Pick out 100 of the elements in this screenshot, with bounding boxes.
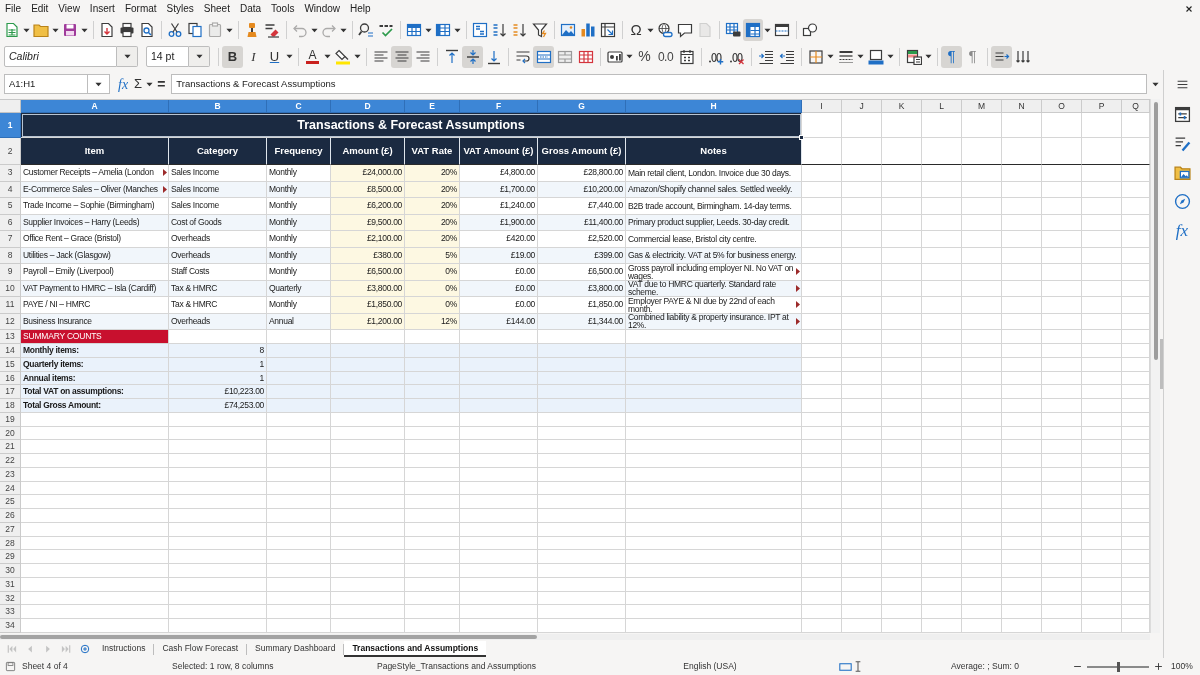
italic-button[interactable]: I	[243, 45, 264, 68]
caret-icon[interactable]	[887, 54, 894, 59]
caret-icon[interactable]	[81, 27, 88, 33]
special-character-button[interactable]: Ω	[626, 19, 646, 41]
menu-item[interactable]: View	[53, 0, 85, 17]
caret-icon[interactable]	[23, 27, 30, 33]
formula-button[interactable]: =	[154, 74, 169, 94]
row-header[interactable]: 22	[0, 454, 21, 468]
column-header[interactable]: B	[169, 100, 267, 113]
caret-icon[interactable]	[626, 54, 633, 59]
freeze-button[interactable]	[743, 19, 763, 41]
column-header[interactable]: H	[626, 100, 802, 113]
underline-button[interactable]: U	[264, 45, 285, 68]
zoom-in-button[interactable]	[1154, 662, 1163, 671]
font-color-button[interactable]: A	[302, 45, 323, 68]
menu-item[interactable]: Edit	[26, 0, 54, 17]
caret-icon[interactable]	[827, 54, 834, 59]
row-header[interactable]: 34	[0, 619, 21, 633]
row-header[interactable]: 13	[0, 330, 21, 344]
sidebar-collapse-handle[interactable]	[1160, 339, 1163, 389]
row-header[interactable]: 7	[0, 231, 21, 248]
column-header[interactable]: A	[21, 100, 169, 113]
column-header[interactable]: Q	[1122, 100, 1150, 113]
menu-item[interactable]: Format	[119, 0, 162, 17]
column-header[interactable]: N	[1002, 100, 1042, 113]
sum-button[interactable]: Σ	[131, 74, 146, 94]
caret-icon[interactable]	[764, 27, 771, 33]
sheet-tab[interactable]: Summary Dashboard	[247, 641, 344, 657]
sheet-tab[interactable]: Cash Flow Forecast	[154, 641, 247, 657]
column-header[interactable]: K	[882, 100, 922, 113]
sheet-tab[interactable]: Instructions	[94, 641, 154, 657]
menu-item[interactable]: Tools	[266, 0, 300, 17]
row-header[interactable]: 5	[0, 198, 21, 215]
row-header[interactable]: 21	[0, 440, 21, 454]
formula-input[interactable]: Transactions & Forecast Assumptions	[171, 74, 1147, 94]
row-header[interactable]: 9	[0, 264, 21, 281]
save-status-icon[interactable]	[5, 661, 16, 672]
row-header[interactable]: 30	[0, 564, 21, 578]
scrollbar-thumb[interactable]	[1153, 102, 1158, 360]
bold-button[interactable]: B	[222, 45, 243, 68]
font-size-field[interactable]: 14 pt	[146, 46, 189, 67]
row-header[interactable]: 14	[0, 344, 21, 358]
column-header[interactable]: C	[267, 100, 331, 113]
caret-icon[interactable]	[52, 27, 59, 33]
row-header[interactable]: 17	[0, 385, 21, 399]
column-header[interactable]: O	[1042, 100, 1082, 113]
row-header[interactable]: 1	[0, 113, 21, 138]
sheet-tab[interactable]: Transactions and Assumptions	[344, 641, 487, 657]
add-sheet-icon[interactable]	[80, 644, 90, 654]
table-cell: Total VAT on assumptions:	[21, 385, 169, 399]
merge-center-button[interactable]	[533, 45, 554, 68]
row-header[interactable]: 18	[0, 399, 21, 413]
menu-item[interactable]: Data	[234, 0, 267, 17]
menu-item[interactable]: Sheet	[198, 0, 235, 17]
text-left-to-right-button[interactable]	[991, 45, 1012, 68]
menu-item[interactable]: Help	[345, 0, 376, 17]
font-name-field[interactable]: Calibri	[4, 46, 117, 67]
menu-item[interactable]: File	[0, 0, 27, 17]
horizontal-scrollbar[interactable]	[0, 633, 1150, 640]
align-middle-button[interactable]	[462, 45, 483, 68]
row-header[interactable]: 2	[0, 138, 21, 165]
column-header[interactable]: G	[538, 100, 626, 113]
percent-format-button[interactable]: %	[634, 45, 655, 68]
menu-item[interactable]: Insert	[84, 0, 120, 17]
caret-icon[interactable]	[324, 54, 331, 59]
selection-mode-icon[interactable]	[838, 661, 852, 672]
caret-icon[interactable]	[647, 27, 654, 33]
column-header[interactable]: E	[405, 100, 460, 113]
row-header[interactable]: 25	[0, 495, 21, 509]
name-box[interactable]: A1:H1	[4, 74, 88, 94]
caret-icon[interactable]	[925, 54, 932, 59]
vertical-scrollbar[interactable]	[1150, 99, 1160, 633]
caret-icon[interactable]	[454, 27, 461, 33]
table-cell: Commercial lease, Bristol city centre.	[626, 231, 802, 248]
number-format-button[interactable]: 0.0	[655, 45, 676, 68]
column-header[interactable]: M	[962, 100, 1002, 113]
menu-item[interactable]: Styles	[161, 0, 199, 17]
row-header[interactable]: 26	[0, 509, 21, 523]
row-header[interactable]: 3	[0, 165, 21, 182]
row-header[interactable]: 33	[0, 605, 21, 619]
caret-icon[interactable]	[425, 27, 432, 33]
functions-deck-button[interactable]: fx	[1168, 217, 1196, 244]
menu-item[interactable]: Window	[299, 0, 345, 17]
column-header[interactable]: F	[460, 100, 538, 113]
text-cursor-icon[interactable]	[853, 661, 862, 672]
function-wizard-button[interactable]: fx	[115, 74, 132, 94]
column-header[interactable]: P	[1082, 100, 1122, 113]
caret-icon[interactable]	[354, 54, 361, 59]
scrollbar-thumb[interactable]	[0, 634, 537, 639]
zoom-slider-thumb[interactable]	[1116, 661, 1120, 672]
row-header[interactable]: 11	[0, 297, 21, 314]
caret-icon[interactable]	[286, 54, 293, 59]
column-header[interactable]: I	[802, 100, 842, 113]
caret-icon[interactable]	[857, 54, 864, 59]
column-header[interactable]: J	[842, 100, 882, 113]
row-header[interactable]: 29	[0, 550, 21, 564]
selection-handle[interactable]	[799, 135, 804, 140]
column-header[interactable]: L	[922, 100, 962, 113]
caret-icon[interactable]	[146, 81, 154, 87]
column-header[interactable]: D	[331, 100, 405, 113]
